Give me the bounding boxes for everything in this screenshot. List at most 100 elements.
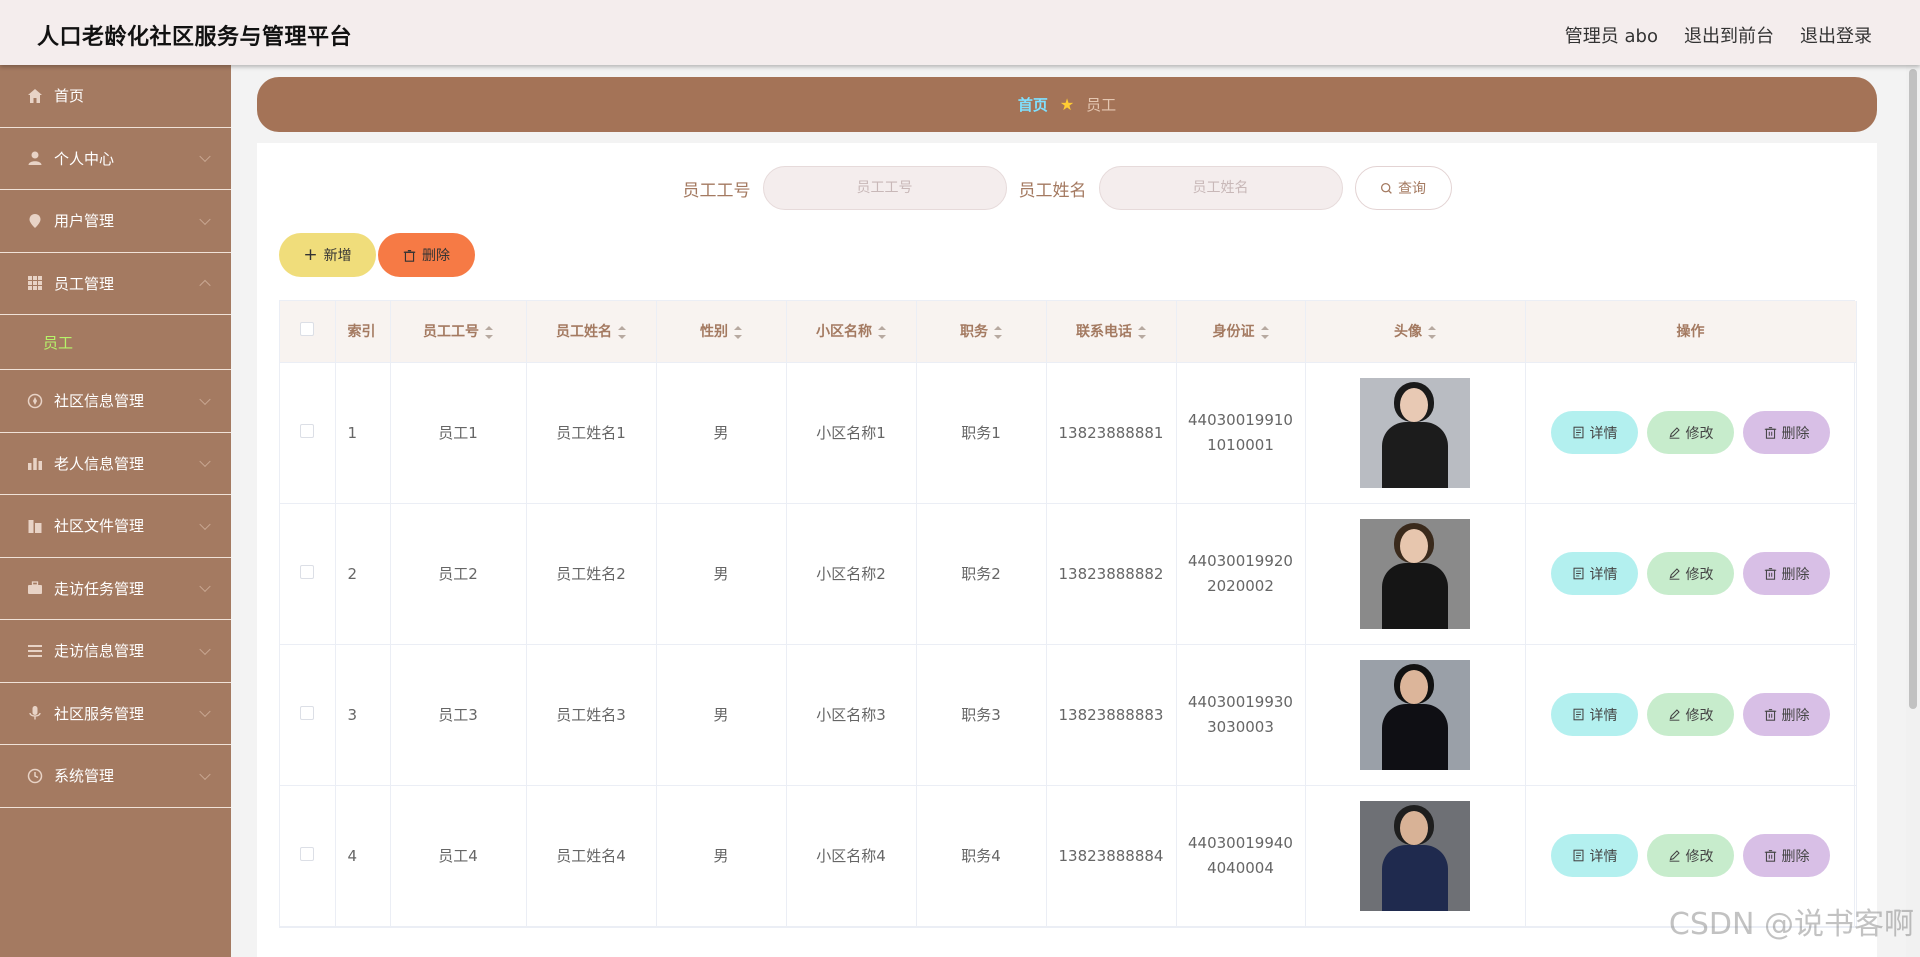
edit-button-label: 修改 <box>1685 848 1714 865</box>
search-icon <box>1380 182 1392 194</box>
col-header-gender[interactable]: 性别 <box>656 301 787 363</box>
list-icon <box>26 642 44 660</box>
sidebar-item-community-services[interactable]: 社区服务管理 <box>0 683 231 745</box>
cell-phone: 13823888882 <box>1046 503 1177 645</box>
sidebar-item-elderly-info[interactable]: 老人信息管理 <box>0 433 231 495</box>
sidebar-item-visit-info[interactable]: 走访信息管理 <box>0 620 231 683</box>
col-header-emp-no[interactable]: 员工工号 <box>390 301 527 363</box>
avatar[interactable] <box>1360 659 1470 770</box>
cell-emp-no: 员工1 <box>390 362 527 504</box>
breadcrumb-home[interactable]: 首页 <box>1018 94 1048 115</box>
col-header-name[interactable]: 员工姓名 <box>526 301 657 363</box>
sidebar-item-system[interactable]: 系统管理 <box>0 745 231 808</box>
sidebar-subitem-employee[interactable]: 员工 <box>0 315 231 370</box>
sort-icon[interactable] <box>618 325 626 339</box>
cell-phone: 13823888884 <box>1046 785 1177 927</box>
sidebar-item-community-info[interactable]: 社区信息管理 <box>0 370 231 433</box>
scrollbar-thumb[interactable] <box>1909 69 1917 709</box>
delete-button-label: 删除 <box>1781 425 1810 442</box>
sort-icon[interactable] <box>1428 325 1436 339</box>
cell-index: 1 <box>335 362 391 504</box>
delete-button[interactable]: 删除 <box>1743 411 1830 454</box>
cell-emp-no: 员工4 <box>390 785 527 927</box>
cell-community: 小区名称1 <box>786 362 917 504</box>
delete-button-label: 删除 <box>422 248 450 264</box>
edit-button[interactable]: 修改 <box>1647 552 1734 595</box>
sidebar-item-community-files[interactable]: 社区文件管理 <box>0 495 231 558</box>
col-header-phone[interactable]: 联系电话 <box>1046 301 1177 363</box>
sort-icon[interactable] <box>1260 325 1269 339</box>
emp-no-input[interactable] <box>762 166 1007 210</box>
delete-button[interactable]: 删除 <box>1743 834 1830 877</box>
delete-button-label: 删除 <box>1781 848 1810 865</box>
row-checkbox[interactable] <box>300 564 315 579</box>
sidebar-item-user-management[interactable]: 用户管理 <box>0 190 231 253</box>
col-header-avatar[interactable]: 头像 <box>1305 301 1526 363</box>
detail-button-label: 详情 <box>1589 848 1618 865</box>
sort-icon[interactable] <box>878 325 886 339</box>
col-header-community[interactable]: 小区名称 <box>786 301 917 363</box>
row-checkbox[interactable] <box>300 705 315 720</box>
sidebar-item-employee-management[interactable]: 员工管理 <box>0 253 231 315</box>
sort-icon[interactable] <box>734 325 742 339</box>
batch-delete-button[interactable]: 删除 <box>378 233 475 277</box>
avatar[interactable] <box>1360 800 1470 911</box>
delete-button[interactable]: 删除 <box>1743 552 1830 595</box>
admin-user-label[interactable]: 管理员 abo <box>1565 22 1658 48</box>
sidebar-item-visit-tasks[interactable]: 走访任务管理 <box>0 558 231 620</box>
sidebar-item-label: 社区信息管理 <box>54 392 145 411</box>
cell-emp-no: 员工2 <box>390 503 527 645</box>
sort-icon[interactable] <box>994 325 1002 339</box>
row-checkbox[interactable] <box>300 423 315 438</box>
clock-icon <box>26 767 44 785</box>
sort-icon[interactable] <box>485 325 493 339</box>
avatar[interactable] <box>1360 518 1470 629</box>
edit-button[interactable]: 修改 <box>1647 411 1734 454</box>
header-links: 管理员 abo 退出到前台 退出登录 <box>1565 22 1872 48</box>
search-button[interactable]: 查询 <box>1354 166 1452 210</box>
building-icon <box>26 517 44 535</box>
cell-community: 小区名称2 <box>786 503 917 645</box>
chevron-down-icon <box>199 150 211 163</box>
detail-button[interactable]: 详情 <box>1551 834 1638 877</box>
edit-button-label: 修改 <box>1685 707 1714 724</box>
cell-gender: 男 <box>656 644 787 786</box>
row-select-cell <box>280 785 336 927</box>
compass-icon <box>26 392 44 410</box>
trash-icon <box>1764 427 1776 439</box>
bar-chart-icon <box>26 454 44 472</box>
sidebar-item-home[interactable]: 首页 <box>0 65 231 128</box>
delete-button[interactable]: 删除 <box>1743 693 1830 736</box>
edit-button[interactable]: 修改 <box>1647 693 1734 736</box>
cell-community: 小区名称4 <box>786 785 917 927</box>
avatar[interactable] <box>1360 377 1470 488</box>
detail-button[interactable]: 详情 <box>1551 552 1638 595</box>
col-header-position[interactable]: 职务 <box>916 301 1047 363</box>
idcard-line: 1010001 <box>1207 435 1274 454</box>
edit-button[interactable]: 修改 <box>1647 834 1734 877</box>
logout-link[interactable]: 退出登录 <box>1800 22 1872 48</box>
cell-avatar <box>1305 644 1526 786</box>
page-scrollbar[interactable] <box>1906 65 1920 957</box>
row-select-cell <box>280 362 336 504</box>
detail-button[interactable]: 详情 <box>1551 411 1638 454</box>
breadcrumb: 首页 ★ 员工 <box>257 77 1877 132</box>
col-header-idcard[interactable]: 身份证 <box>1176 301 1306 363</box>
col-header-label: 职务 <box>960 324 988 341</box>
select-all-checkbox[interactable] <box>300 322 315 337</box>
detail-button[interactable]: 详情 <box>1551 693 1638 736</box>
cell-emp-no: 员工3 <box>390 644 527 786</box>
add-button[interactable]: + 新增 <box>279 233 376 277</box>
top-header: 人口老龄化社区服务与管理平台 管理员 abo 退出到前台 退出登录 <box>0 0 1920 65</box>
sidebar-item-label: 社区文件管理 <box>54 517 145 536</box>
cell-idcard: 44030019940 4040004 <box>1176 785 1306 927</box>
back-to-front-link[interactable]: 退出到前台 <box>1684 22 1774 48</box>
sidebar-item-personal-center[interactable]: 个人中心 <box>0 128 231 190</box>
idcard-line: 4040004 <box>1207 858 1274 877</box>
emp-name-input[interactable] <box>1098 166 1343 210</box>
row-checkbox[interactable] <box>300 846 315 861</box>
detail-button-label: 详情 <box>1589 425 1618 442</box>
cell-idcard: 44030019910 1010001 <box>1176 362 1306 504</box>
chevron-down-icon <box>199 768 211 780</box>
sort-icon[interactable] <box>1138 325 1146 339</box>
